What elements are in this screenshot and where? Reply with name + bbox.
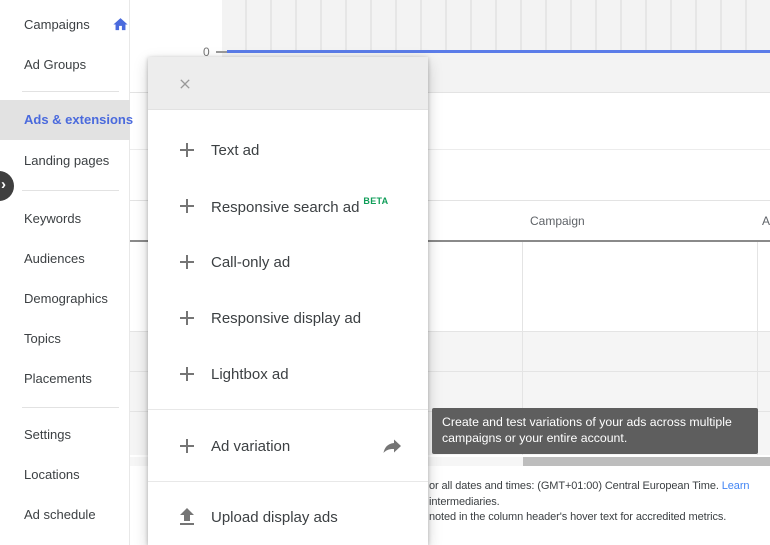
menu-divider xyxy=(148,409,428,410)
sidebar-item-ads-extensions[interactable]: Ads & extensions xyxy=(0,100,133,140)
sidebar-item-placements[interactable]: Placements xyxy=(0,359,130,399)
sidebar-item-audiences[interactable]: Audiences xyxy=(0,239,130,279)
menu-header xyxy=(148,57,428,110)
menu-item-upload-display-ads[interactable]: Upload display ads xyxy=(148,489,428,545)
menu-divider xyxy=(148,481,428,482)
timeseries-chart-plot xyxy=(222,0,770,52)
sidebar-divider xyxy=(22,407,119,408)
menu-item-lightbox-ad[interactable]: Lightbox ad xyxy=(148,346,428,402)
sidebar-item-campaigns[interactable]: Campaigns xyxy=(0,5,130,45)
menu-item-text-ad[interactable]: Text ad xyxy=(148,122,428,178)
horizontal-scrollbar-thumb[interactable] xyxy=(523,457,770,466)
menu-item-label: Call-only ad xyxy=(211,253,291,271)
sidebar-item-settings[interactable]: Settings xyxy=(0,415,130,455)
menu-item-label: Responsive display ad xyxy=(211,309,362,327)
google-ads-app: 0 Campaign A or all dates and times: (GM… xyxy=(0,0,770,545)
column-header-clipped[interactable]: A xyxy=(762,214,770,228)
plus-icon xyxy=(180,255,194,269)
menu-item-label: Lightbox ad xyxy=(211,365,289,383)
chart-y-tick-mark xyxy=(216,51,227,53)
column-header-campaign[interactable]: Campaign xyxy=(530,214,585,228)
sidebar-item-ad-schedule[interactable]: Ad schedule xyxy=(0,495,130,535)
footer-line-3: noted in the column header's hover text … xyxy=(429,511,727,523)
chart-flat-line xyxy=(227,50,770,53)
learn-more-link[interactable]: Learn xyxy=(722,480,750,492)
menu-item-responsive-display-ad[interactable]: Responsive display ad xyxy=(148,290,428,346)
home-icon[interactable] xyxy=(112,16,129,33)
chevron-right-icon: › xyxy=(1,176,6,193)
beta-badge: BETA xyxy=(363,196,389,206)
menu-item-responsive-search-ad[interactable]: Responsive search ad BETA xyxy=(148,178,428,234)
sidebar-item-ad-groups[interactable]: Ad Groups xyxy=(0,45,130,85)
menu-item-label: Responsive search ad BETA xyxy=(211,196,389,216)
menu-item-call-only-ad[interactable]: Call-only ad xyxy=(148,234,428,290)
menu-item-label: Text ad xyxy=(211,141,260,159)
menu-item-label: Upload display ads xyxy=(211,508,338,526)
plus-icon xyxy=(180,199,194,213)
sidebar-divider xyxy=(22,91,119,92)
forward-arrow-icon xyxy=(383,439,401,453)
plus-icon xyxy=(180,439,194,453)
sidebar-item-keywords[interactable]: Keywords xyxy=(0,199,130,239)
plus-icon xyxy=(180,367,194,381)
new-ad-dropdown-menu: Text ad Responsive search ad BETA Call-on… xyxy=(148,57,428,545)
upload-icon xyxy=(180,508,194,525)
sidebar-divider xyxy=(22,190,119,191)
sidebar-item-locations[interactable]: Locations xyxy=(0,455,130,495)
ad-variation-tooltip: Create and test variations of your ads a… xyxy=(432,408,758,454)
menu-item-label: Ad variation xyxy=(211,437,291,455)
plus-icon xyxy=(180,143,194,157)
plus-icon xyxy=(180,311,194,325)
footer-notes: or all dates and times: (GMT+01:00) Cent… xyxy=(429,479,770,526)
sidebar-item-demographics[interactable]: Demographics xyxy=(0,279,130,319)
sidebar-item-topics[interactable]: Topics xyxy=(0,319,130,359)
menu-item-ad-variation[interactable]: Ad variation xyxy=(148,418,428,474)
sidebar-item-landing-pages[interactable]: Landing pages xyxy=(0,141,130,181)
close-icon[interactable] xyxy=(177,76,193,92)
footer-line-2: intermediaries. xyxy=(429,495,500,508)
footer-line-1: or all dates and times: (GMT+01:00) Cent… xyxy=(429,480,750,492)
left-nav-sidebar: Campaigns Ad Groups Ads & extensions Lan… xyxy=(0,0,133,545)
